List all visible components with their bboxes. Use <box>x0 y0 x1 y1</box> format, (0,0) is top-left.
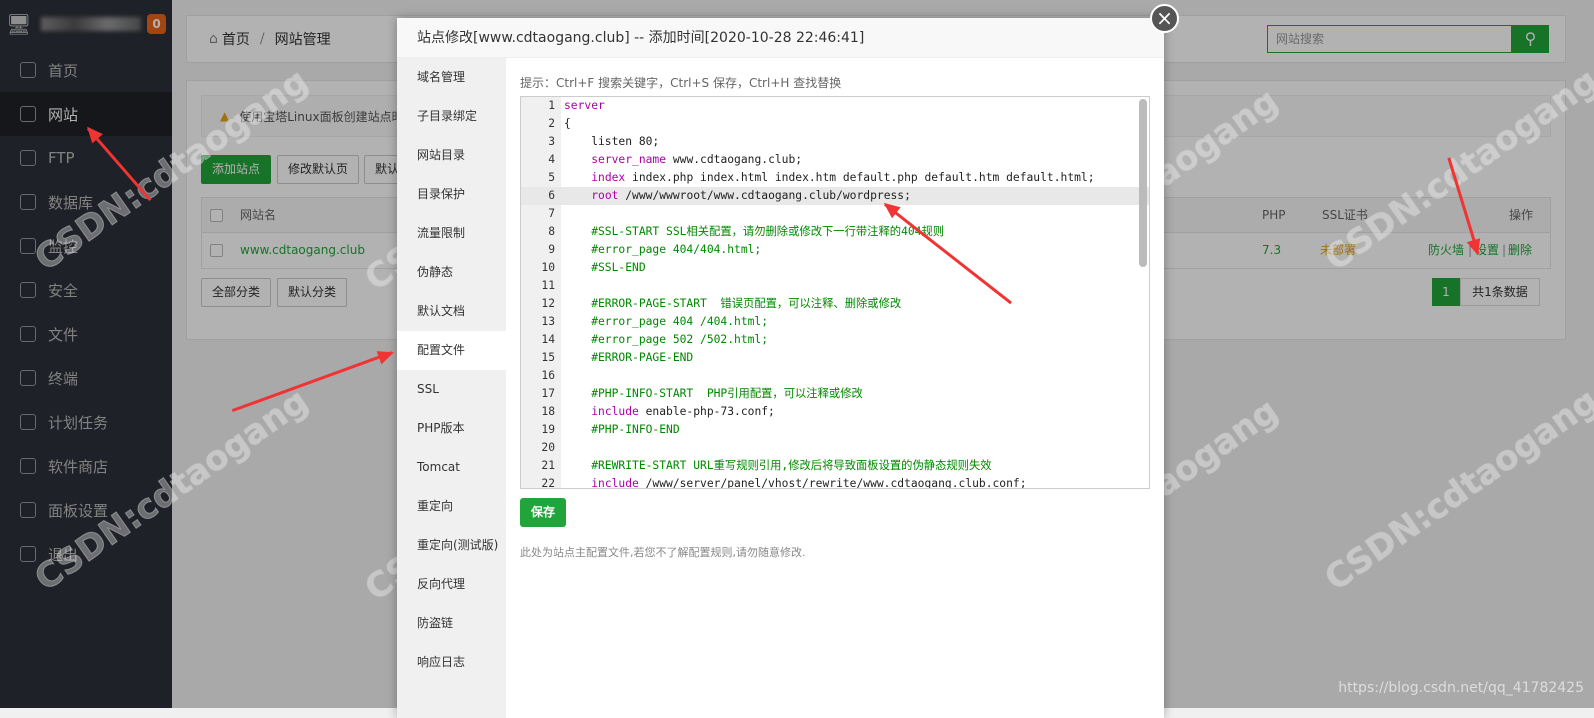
line-number: 6 <box>548 189 555 202</box>
code-token: listen 80; <box>564 135 660 148</box>
code-line: 3 listen 80; <box>521 133 1149 151</box>
code-token: #SSL-END <box>564 261 646 274</box>
code-line: 8 #SSL-START SSL相关配置，请勿删除或修改下一行带注释的404规则 <box>521 223 1149 241</box>
code-line: 15 #ERROR-PAGE-END <box>521 349 1149 367</box>
code-line: 5 index index.php index.html index.htm d… <box>521 169 1149 187</box>
code-line: 22 include /www/server/panel/vhost/rewri… <box>521 475 1149 489</box>
modal-nav-item[interactable]: Tomcat <box>397 448 506 487</box>
modal-title: 站点修改[www.cdtaogang.club] -- 添加时间[2020-10… <box>397 18 1164 58</box>
line-number: 1 <box>548 99 555 112</box>
modal-nav-item[interactable]: 重定向(测试版) <box>397 526 506 565</box>
code-line: 12 #ERROR-PAGE-START 错误页配置，可以注释、删除或修改 <box>521 295 1149 313</box>
code-line: 11 <box>521 277 1149 295</box>
code-line: 18 include enable-php-73.conf; <box>521 403 1149 421</box>
code-token: root <box>591 189 619 202</box>
modal-nav-item[interactable]: 目录保护 <box>397 175 506 214</box>
line-number: 9 <box>548 243 555 256</box>
line-number: 20 <box>541 441 555 454</box>
modal-nav-item[interactable]: 默认文档 <box>397 292 506 331</box>
code-token: { <box>564 117 571 130</box>
line-number: 14 <box>541 333 555 346</box>
code-line: 2{ <box>521 115 1149 133</box>
modal-nav: 域名管理 子目录绑定 网站目录 目录保护 流量限制 伪静态 默认文档 配置文件 SSL PHP版本… <box>397 58 506 718</box>
code-line: 7 <box>521 205 1149 223</box>
modal-nav-item[interactable]: 子目录绑定 <box>397 97 506 136</box>
line-number: 17 <box>541 387 555 400</box>
code-token: #ERROR-PAGE-START 错误页配置，可以注释、删除或修改 <box>564 297 902 310</box>
modal-nav-item[interactable]: 流量限制 <box>397 214 506 253</box>
line-number: 10 <box>541 261 555 274</box>
code-token: server <box>564 99 605 112</box>
code-line: 19 #PHP-INFO-END <box>521 421 1149 439</box>
code-token: #error_page 404 /404.html; <box>564 315 769 328</box>
code-line: 1 server <box>521 97 1149 115</box>
code-token: #REWRITE-START URL重写规则引用,修改后将导致面板设置的伪静态规… <box>564 459 992 472</box>
code-line: 4 server_name www.cdtaogang.club; <box>521 151 1149 169</box>
config-note: 此处为站点主配置文件,若您不了解配置规则,请勿随意修改. <box>520 546 806 559</box>
line-number: 19 <box>541 423 555 436</box>
code-line: 10 #SSL-END <box>521 259 1149 277</box>
line-number: 13 <box>541 315 555 328</box>
code-token: index.php index.html index.htm default.p… <box>625 171 1095 184</box>
line-number: 21 <box>541 459 555 472</box>
code-token: #PHP-INFO-END <box>564 423 680 436</box>
line-number: 5 <box>548 171 555 184</box>
modal-nav-item[interactable]: 伪静态 <box>397 253 506 292</box>
code-line: 14 #error_page 502 /502.html; <box>521 331 1149 349</box>
code-token: www.cdtaogang.club; <box>666 153 803 166</box>
editor-scrollbar[interactable] <box>1139 99 1147 267</box>
modal-nav-item[interactable]: 重定向 <box>397 487 506 526</box>
code-editor[interactable]: 1 server 2{3 listen 80; 4 server_name www.c… <box>520 96 1150 489</box>
line-number: 8 <box>548 225 555 238</box>
line-number: 3 <box>548 135 555 148</box>
modal-nav-item[interactable]: 响应日志 <box>397 643 506 682</box>
line-number: 2 <box>548 117 555 130</box>
code-token: #error_page 502 /502.html; <box>564 333 769 346</box>
code-token: #error_page 404/404.html; <box>564 243 762 256</box>
modal-nav-item[interactable]: 网站目录 <box>397 136 506 175</box>
code-line: 16 <box>521 367 1149 385</box>
line-number: 15 <box>541 351 555 364</box>
source-url: https://blog.csdn.net/qq_41782425 <box>1338 680 1584 696</box>
site-edit-modal: 站点修改[www.cdtaogang.club] -- 添加时间[2020-10… <box>397 18 1164 718</box>
modal-nav-item[interactable]: 防盗链 <box>397 604 506 643</box>
line-number: 11 <box>541 279 555 292</box>
code-line: 6 root /www/wwwroot/www.cdtaogang.club/w… <box>521 187 1149 205</box>
modal-nav-item[interactable]: 域名管理 <box>397 58 506 97</box>
line-number: 18 <box>541 405 555 418</box>
modal-nav-item[interactable]: 配置文件 <box>397 331 506 370</box>
code-token: #SSL-START SSL相关配置，请勿删除或修改下一行带注释的404规则 <box>564 225 945 238</box>
code-line: 17 #PHP-INFO-START PHP引用配置，可以注释或修改 <box>521 385 1149 403</box>
save-button[interactable]: 保存 <box>520 498 566 527</box>
line-number: 16 <box>541 369 555 382</box>
modal-nav-item[interactable]: 反向代理 <box>397 565 506 604</box>
code-token: #PHP-INFO-START PHP引用配置，可以注释或修改 <box>564 387 863 400</box>
line-number: 4 <box>548 153 555 166</box>
close-button[interactable]: × <box>1150 4 1179 33</box>
line-number: 22 <box>541 477 555 489</box>
code-token: include <box>591 405 639 418</box>
code-line: 20 <box>521 439 1149 457</box>
line-number: 12 <box>541 297 555 310</box>
code-line: 9 #error_page 404/404.html; <box>521 241 1149 259</box>
code-line: 21 #REWRITE-START URL重写规则引用,修改后将导致面板设置的伪… <box>521 457 1149 475</box>
code-token: enable-php-73.conf; <box>638 405 775 418</box>
editor-tip: 提示：Ctrl+F 搜索关键字，Ctrl+S 保存，Ctrl+H 查找替换 <box>520 76 842 90</box>
code-token: /www/wwwroot/www.cdtaogang.club/wordpres… <box>618 189 911 202</box>
line-number: 7 <box>548 207 555 220</box>
code-token: #ERROR-PAGE-END <box>564 351 694 364</box>
close-icon: × <box>1156 6 1173 30</box>
code-line: 13 #error_page 404 /404.html; <box>521 313 1149 331</box>
code-token: server_name <box>591 153 667 166</box>
modal-nav-item[interactable]: SSL <box>397 370 506 409</box>
code-token: include <box>591 477 639 489</box>
code-token: index <box>591 171 626 184</box>
modal-nav-item[interactable]: PHP版本 <box>397 409 506 448</box>
code-token: /www/server/panel/vhost/rewrite/www.cdta… <box>638 477 1027 489</box>
